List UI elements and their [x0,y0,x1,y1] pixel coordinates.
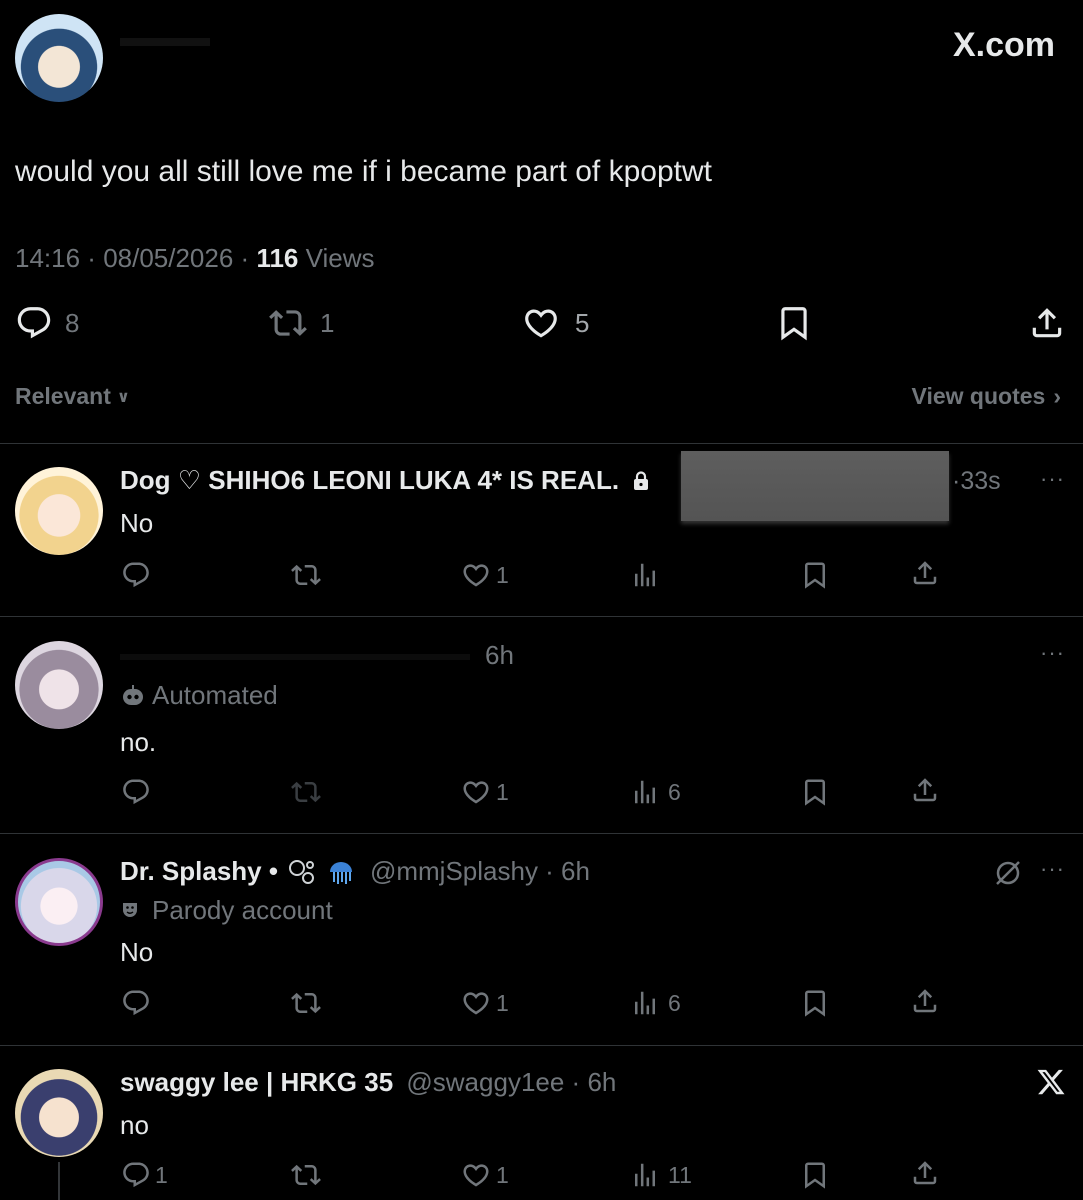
bookmark-icon[interactable] [800,1160,830,1190]
heart-icon [521,304,561,342]
reply-text: no [120,1110,149,1140]
reply-name[interactable]: Dog ♡ SHIHO6 LEONI LUKA 4* IS REAL. [120,465,650,496]
like-button[interactable]: 1 [460,560,509,590]
reply-handle[interactable]: @swaggy1ee [406,1067,564,1097]
chevron-down-icon: ∨ [116,388,130,406]
sort-dropdown[interactable]: Relevant ∨ [15,383,130,410]
repost-icon[interactable] [290,988,322,1018]
reply-icon [121,1160,151,1190]
views-icon [630,1160,660,1190]
reply-text: No [120,937,154,967]
reply-name[interactable]: Dr. Splashy • @mmjSplashy · 6h [120,856,590,887]
reply-handle[interactable]: @mmjSplashy [370,856,538,886]
share-icon[interactable] [1028,304,1066,342]
repost-icon[interactable] [290,777,322,807]
views-icon [630,988,660,1018]
reply-time: 6h [485,640,514,670]
reply-icon[interactable] [121,560,151,590]
main-repost-button[interactable]: 1 [268,304,334,342]
repost-icon[interactable] [290,1160,322,1190]
reply-name[interactable]: swaggy lee | HRKG 35 @swaggy1ee · 6h [120,1067,616,1098]
redaction-box [681,451,949,521]
reply-count: 8 [65,307,80,338]
post-meta: 14:16 · 08/05/2026 · 116 Views [15,243,375,273]
reply-text: no. [120,727,157,757]
reply-icon [15,304,53,342]
view-quotes-link[interactable]: View quotes › [912,383,1061,410]
repost-count: 1 [320,307,335,338]
views-count: 116 [256,243,299,273]
reply-avatar[interactable] [15,1069,103,1157]
views-label: Views [305,243,375,273]
reply-icon[interactable] [121,777,151,807]
more-options-icon[interactable]: ··· [1040,856,1065,882]
divider [0,1045,1083,1046]
view-quotes-label: View quotes [911,383,1046,409]
reply-avatar[interactable] [15,641,103,729]
lock-icon [632,467,650,490]
heart-icon [460,777,492,807]
like-button[interactable]: 1 [460,777,509,807]
automated-label: Automated [120,680,278,711]
divider [0,443,1083,444]
share-icon[interactable] [910,775,940,805]
sort-label: Relevant [15,383,111,409]
reply-time: ·33s [952,467,1001,495]
divider [0,833,1083,834]
reply-time: 6h [561,856,590,886]
reply-button[interactable]: 1 [121,1160,168,1190]
views-icon [630,777,660,807]
thread-line [58,1162,60,1200]
bookmark-icon[interactable] [775,304,813,342]
main-like-button[interactable]: 5 [521,304,589,342]
x-logo-icon [1036,1067,1066,1097]
reply-time: 6h [587,1067,617,1097]
repost-icon[interactable] [290,560,322,590]
views-button[interactable]: 6 [630,988,681,1018]
theater-masks-icon [120,899,144,923]
parody-label: Parody account [120,895,333,926]
bookmark-icon[interactable] [800,560,830,590]
bookmark-icon[interactable] [800,777,830,807]
post-date: 08/05/2026 [103,243,234,273]
share-icon[interactable] [910,558,940,588]
bookmark-icon[interactable] [800,988,830,1018]
heart-icon [460,560,492,590]
heart-icon [460,988,492,1018]
reply-avatar[interactable] [15,467,103,555]
main-reply-button[interactable]: 8 [15,304,79,342]
jellyfish-emoji-icon [326,857,356,887]
like-button[interactable]: 1 [460,988,509,1018]
reply-name-redacted [120,654,470,660]
more-options-icon[interactable]: ··· [1040,640,1065,666]
robot-icon [120,683,146,709]
reply-icon[interactable] [121,988,151,1018]
repost-icon [268,304,308,342]
reply-avatar[interactable] [15,858,103,946]
reply-text: No [120,508,154,538]
like-count: 5 [575,307,590,338]
views-icon[interactable] [630,560,660,590]
views-button[interactable]: 6 [630,777,681,807]
chevron-right-icon: › [1053,383,1061,409]
share-icon[interactable] [910,1158,940,1188]
author-name-redacted [120,38,210,46]
heart-icon [460,1160,492,1190]
views-button[interactable]: 11 [630,1160,692,1190]
post-time: 14:16 [15,243,81,273]
bubbles-emoji-icon [286,857,318,887]
brand-logo-text: X.com [952,26,1055,64]
like-button[interactable]: 1 [460,1160,509,1190]
share-icon[interactable] [910,986,940,1016]
divider [0,616,1083,617]
post-text: would you all still love me if i became … [15,155,712,188]
more-options-icon[interactable]: ··· [1040,466,1065,492]
mute-icon[interactable] [992,857,1024,894]
author-avatar[interactable] [15,14,103,102]
